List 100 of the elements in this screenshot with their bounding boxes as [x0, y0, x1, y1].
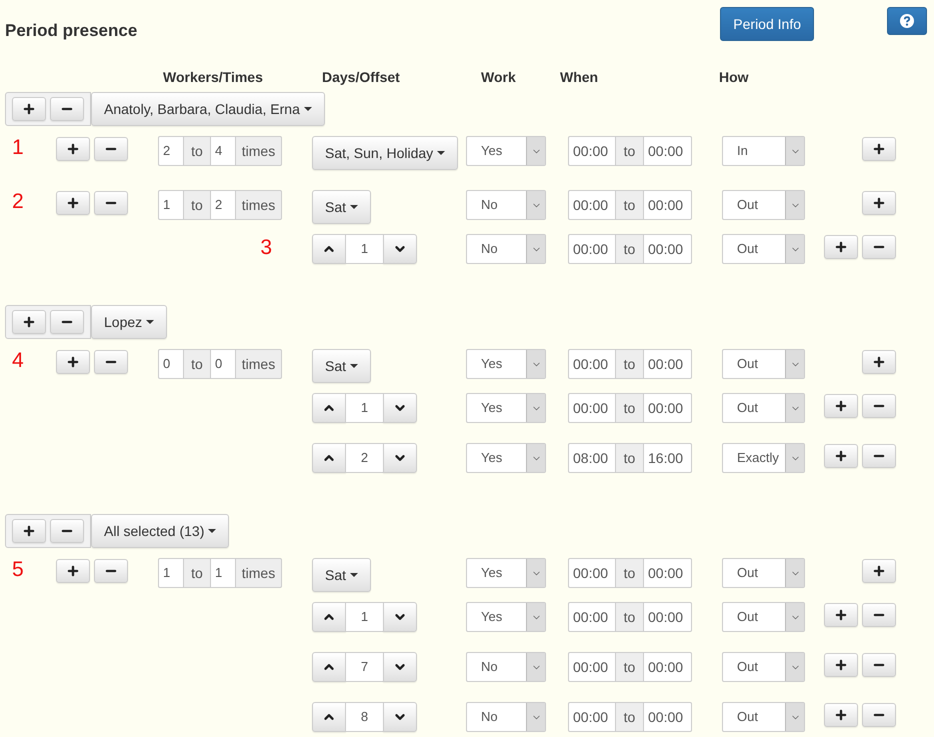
remove-button[interactable] — [94, 191, 128, 215]
work-select[interactable]: Yes — [466, 602, 546, 632]
start-time-field[interactable]: 00:00 — [568, 558, 616, 588]
how-select[interactable]: In — [722, 136, 805, 166]
workers-dropdown[interactable]: Lopez — [91, 305, 168, 339]
min-workers-field[interactable]: 1 — [158, 558, 184, 588]
add-button[interactable] — [824, 235, 858, 259]
remove-button[interactable] — [862, 603, 896, 627]
increase-button[interactable] — [312, 443, 346, 473]
how-select[interactable]: Out — [722, 234, 805, 264]
offset-field[interactable]: 7 — [346, 652, 383, 682]
start-time-field[interactable]: 00:00 — [568, 234, 616, 264]
decrease-button[interactable] — [383, 393, 417, 423]
add-button[interactable] — [824, 394, 858, 418]
add-button[interactable] — [12, 310, 46, 334]
remove-button[interactable] — [862, 703, 896, 727]
work-select[interactable]: Yes — [466, 443, 546, 473]
add-button[interactable] — [824, 603, 858, 627]
end-time-field[interactable]: 00:00 — [643, 349, 692, 379]
work-select[interactable]: Yes — [466, 393, 546, 423]
decrease-button[interactable] — [383, 652, 417, 682]
increase-button[interactable] — [312, 652, 346, 682]
how-select[interactable]: Out — [722, 702, 805, 732]
work-select[interactable]: Yes — [466, 349, 546, 379]
increase-button[interactable] — [312, 702, 346, 732]
remove-button[interactable] — [862, 235, 896, 259]
start-time-field[interactable]: 00:00 — [568, 393, 616, 423]
min-workers-field[interactable]: 0 — [158, 349, 184, 379]
add-button[interactable] — [12, 519, 46, 543]
decrease-button[interactable] — [383, 702, 417, 732]
increase-button[interactable] — [312, 602, 346, 632]
days-dropdown[interactable]: Sat, Sun, Holiday — [312, 136, 458, 170]
add-button[interactable] — [862, 191, 896, 215]
max-workers-field[interactable]: 1 — [210, 558, 236, 588]
start-time-field[interactable]: 00:00 — [568, 349, 616, 379]
increase-button[interactable] — [312, 393, 346, 423]
increase-button[interactable] — [312, 234, 346, 264]
work-select[interactable]: No — [466, 702, 546, 732]
add-button[interactable] — [824, 444, 858, 468]
decrease-button[interactable] — [383, 602, 417, 632]
remove-button[interactable] — [862, 444, 896, 468]
add-button[interactable] — [56, 191, 90, 215]
offset-field[interactable]: 2 — [346, 443, 383, 473]
add-button[interactable] — [824, 703, 858, 727]
end-time-field[interactable]: 00:00 — [643, 190, 692, 220]
end-time-field[interactable]: 00:00 — [643, 234, 692, 264]
add-button[interactable] — [862, 559, 896, 583]
add-button[interactable] — [12, 97, 46, 121]
remove-button[interactable] — [94, 137, 128, 161]
remove-button[interactable] — [862, 653, 896, 677]
end-time-field[interactable]: 16:00 — [643, 443, 692, 473]
add-button[interactable] — [862, 137, 896, 161]
workers-dropdown[interactable]: All selected (13) — [91, 514, 230, 548]
add-button[interactable] — [56, 350, 90, 374]
offset-field[interactable]: 1 — [346, 602, 383, 632]
start-time-field[interactable]: 00:00 — [568, 652, 616, 682]
end-time-field[interactable]: 00:00 — [643, 602, 692, 632]
days-dropdown[interactable]: Sat — [312, 349, 372, 383]
start-time-field[interactable]: 00:00 — [568, 136, 616, 166]
max-workers-field[interactable]: 4 — [210, 136, 236, 166]
offset-field[interactable]: 1 — [346, 393, 383, 423]
how-select[interactable]: Out — [722, 393, 805, 423]
days-dropdown[interactable]: Sat — [312, 558, 372, 592]
offset-field[interactable]: 1 — [346, 234, 383, 264]
work-select[interactable]: Yes — [466, 558, 546, 588]
help-button[interactable] — [887, 7, 927, 35]
end-time-field[interactable]: 00:00 — [643, 136, 692, 166]
work-select[interactable]: No — [466, 190, 546, 220]
max-workers-field[interactable]: 0 — [210, 349, 236, 379]
add-button[interactable] — [862, 350, 896, 374]
add-button[interactable] — [56, 559, 90, 583]
add-button[interactable] — [56, 137, 90, 161]
start-time-field[interactable]: 00:00 — [568, 190, 616, 220]
offset-field[interactable]: 8 — [346, 702, 383, 732]
max-workers-field[interactable]: 2 — [210, 190, 236, 220]
remove-button[interactable] — [50, 519, 84, 543]
how-select[interactable]: Exactly — [722, 443, 805, 473]
how-select[interactable]: Out — [722, 190, 805, 220]
remove-button[interactable] — [94, 350, 128, 374]
work-select[interactable]: No — [466, 652, 546, 682]
min-workers-field[interactable]: 1 — [158, 190, 184, 220]
how-select[interactable]: Out — [722, 349, 805, 379]
days-dropdown[interactable]: Sat — [312, 190, 372, 224]
decrease-button[interactable] — [383, 234, 417, 264]
how-select[interactable]: Out — [722, 558, 805, 588]
remove-button[interactable] — [50, 310, 84, 334]
period-info-button[interactable]: Period Info — [720, 7, 814, 41]
how-select[interactable]: Out — [722, 602, 805, 632]
remove-button[interactable] — [862, 394, 896, 418]
how-select[interactable]: Out — [722, 652, 805, 682]
end-time-field[interactable]: 00:00 — [643, 652, 692, 682]
remove-button[interactable] — [50, 97, 84, 121]
remove-button[interactable] — [94, 559, 128, 583]
start-time-field[interactable]: 00:00 — [568, 702, 616, 732]
min-workers-field[interactable]: 2 — [158, 136, 184, 166]
end-time-field[interactable]: 00:00 — [643, 558, 692, 588]
workers-dropdown[interactable]: Anatoly, Barbara, Claudia, Erna — [91, 92, 325, 126]
work-select[interactable]: Yes — [466, 136, 546, 166]
end-time-field[interactable]: 00:00 — [643, 393, 692, 423]
end-time-field[interactable]: 00:00 — [643, 702, 692, 732]
